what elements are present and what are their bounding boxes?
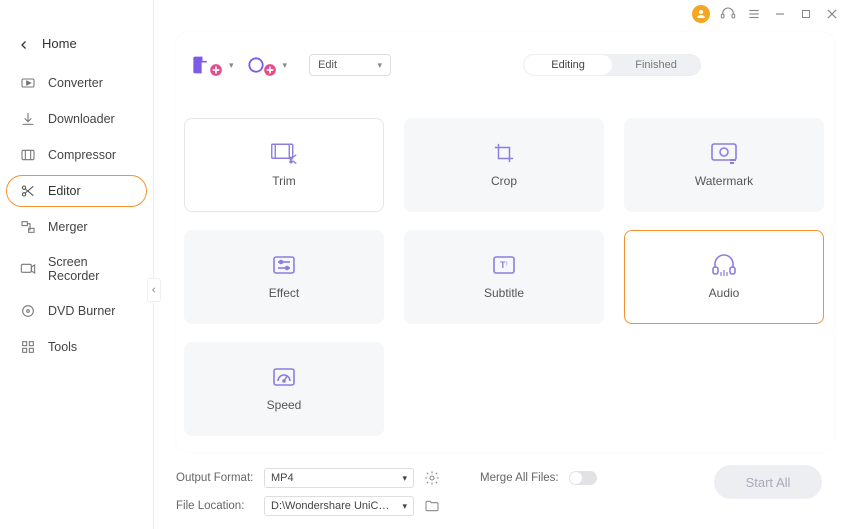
home-row[interactable]: Home — [0, 28, 153, 67]
tile-watermark[interactable]: Watermark — [624, 118, 824, 212]
add-file-button[interactable]: ▾ — [190, 50, 234, 80]
tile-trim[interactable]: Trim — [184, 118, 384, 212]
output-format-label: Output Format: — [176, 472, 254, 484]
sidebar: Home Converter Downloader Compressor Edi… — [0, 0, 154, 529]
sidebar-item-label: Tools — [48, 340, 77, 354]
user-avatar[interactable] — [692, 5, 710, 23]
sidebar-item-label: Merger — [48, 220, 88, 234]
back-icon — [18, 38, 30, 50]
maximize-button[interactable] — [798, 6, 814, 22]
tile-speed[interactable]: Speed — [184, 342, 384, 436]
sidebar-item-label: Screen Recorder — [48, 255, 133, 283]
tile-label: Crop — [491, 174, 517, 188]
effect-icon — [270, 254, 298, 276]
disc-icon — [20, 303, 36, 319]
status-segment: Editing Finished — [523, 54, 701, 76]
svg-text:!: ! — [506, 262, 508, 268]
chevron-down-icon: ▾ — [229, 60, 234, 71]
tile-audio[interactable]: Audio — [624, 230, 824, 324]
sidebar-item-dvd-burner[interactable]: DVD Burner — [6, 295, 147, 327]
download-icon — [20, 111, 36, 127]
tab-finished[interactable]: Finished — [612, 55, 700, 75]
sidebar-item-tools[interactable]: Tools — [6, 331, 147, 363]
output-format-select[interactable]: MP4 ▾ — [264, 468, 414, 488]
scissors-icon — [20, 183, 36, 199]
tile-label: Speed — [267, 398, 302, 412]
sidebar-item-merger[interactable]: Merger — [6, 211, 147, 243]
converter-icon — [20, 75, 36, 91]
output-format-value: MP4 — [271, 472, 294, 484]
tab-editing[interactable]: Editing — [524, 55, 612, 75]
chevron-down-icon: ▾ — [402, 473, 407, 484]
sidebar-item-label: Editor — [48, 184, 81, 198]
crop-icon — [490, 142, 518, 164]
tile-label: Effect — [269, 286, 299, 300]
file-location-label: File Location: — [176, 500, 254, 512]
support-icon[interactable] — [720, 6, 736, 22]
minimize-button[interactable] — [772, 6, 788, 22]
tile-label: Subtitle — [484, 286, 524, 300]
grid-icon — [20, 339, 36, 355]
merge-all-toggle[interactable] — [569, 471, 597, 485]
recorder-icon — [20, 261, 36, 277]
tile-label: Trim — [272, 174, 296, 188]
file-location-value: D:\Wondershare UniConverter 1 — [271, 500, 391, 512]
footer: Output Format: MP4 ▾ Merge All Files: Fi… — [176, 463, 834, 521]
mode-select-value: Edit — [318, 59, 337, 71]
file-location-select[interactable]: D:\Wondershare UniConverter 1 ▾ — [264, 496, 414, 516]
merge-icon — [20, 219, 36, 235]
editor-panel: ▾ ▾ Edit ▾ Editing Finished Trim — [176, 32, 834, 452]
tile-effect[interactable]: Effect — [184, 230, 384, 324]
start-all-label: Start All — [746, 475, 791, 490]
sidebar-item-editor[interactable]: Editor — [6, 175, 147, 207]
menu-icon[interactable] — [746, 6, 762, 22]
sidebar-item-label: Downloader — [48, 112, 115, 126]
add-url-button[interactable]: ▾ — [246, 50, 288, 80]
sidebar-item-label: DVD Burner — [48, 304, 115, 318]
compress-icon — [20, 147, 36, 163]
close-button[interactable] — [824, 6, 840, 22]
folder-icon[interactable] — [424, 498, 440, 514]
sidebar-item-converter[interactable]: Converter — [6, 67, 147, 99]
chevron-down-icon: ▾ — [283, 60, 288, 71]
sidebar-item-compressor[interactable]: Compressor — [6, 139, 147, 171]
trim-icon — [270, 142, 298, 164]
sidebar-item-label: Compressor — [48, 148, 116, 162]
start-all-button[interactable]: Start All — [714, 465, 822, 499]
watermark-icon — [710, 142, 738, 164]
audio-icon — [710, 254, 738, 276]
tile-subtitle[interactable]: T! Subtitle — [404, 230, 604, 324]
subtitle-icon: T! — [490, 254, 518, 276]
sidebar-item-downloader[interactable]: Downloader — [6, 103, 147, 135]
home-label: Home — [42, 36, 77, 51]
settings-icon[interactable] — [424, 470, 440, 486]
tile-label: Watermark — [695, 174, 753, 188]
chevron-down-icon: ▾ — [402, 501, 407, 512]
tile-crop[interactable]: Crop — [404, 118, 604, 212]
sidebar-collapse-handle[interactable] — [147, 278, 161, 302]
merge-label: Merge All Files: — [480, 472, 559, 484]
chevron-down-icon: ▾ — [378, 60, 383, 71]
mode-select[interactable]: Edit ▾ — [309, 54, 391, 76]
speed-icon — [270, 366, 298, 388]
sidebar-item-label: Converter — [48, 76, 103, 90]
sidebar-item-screen-recorder[interactable]: Screen Recorder — [6, 247, 147, 291]
tile-label: Audio — [709, 286, 740, 300]
